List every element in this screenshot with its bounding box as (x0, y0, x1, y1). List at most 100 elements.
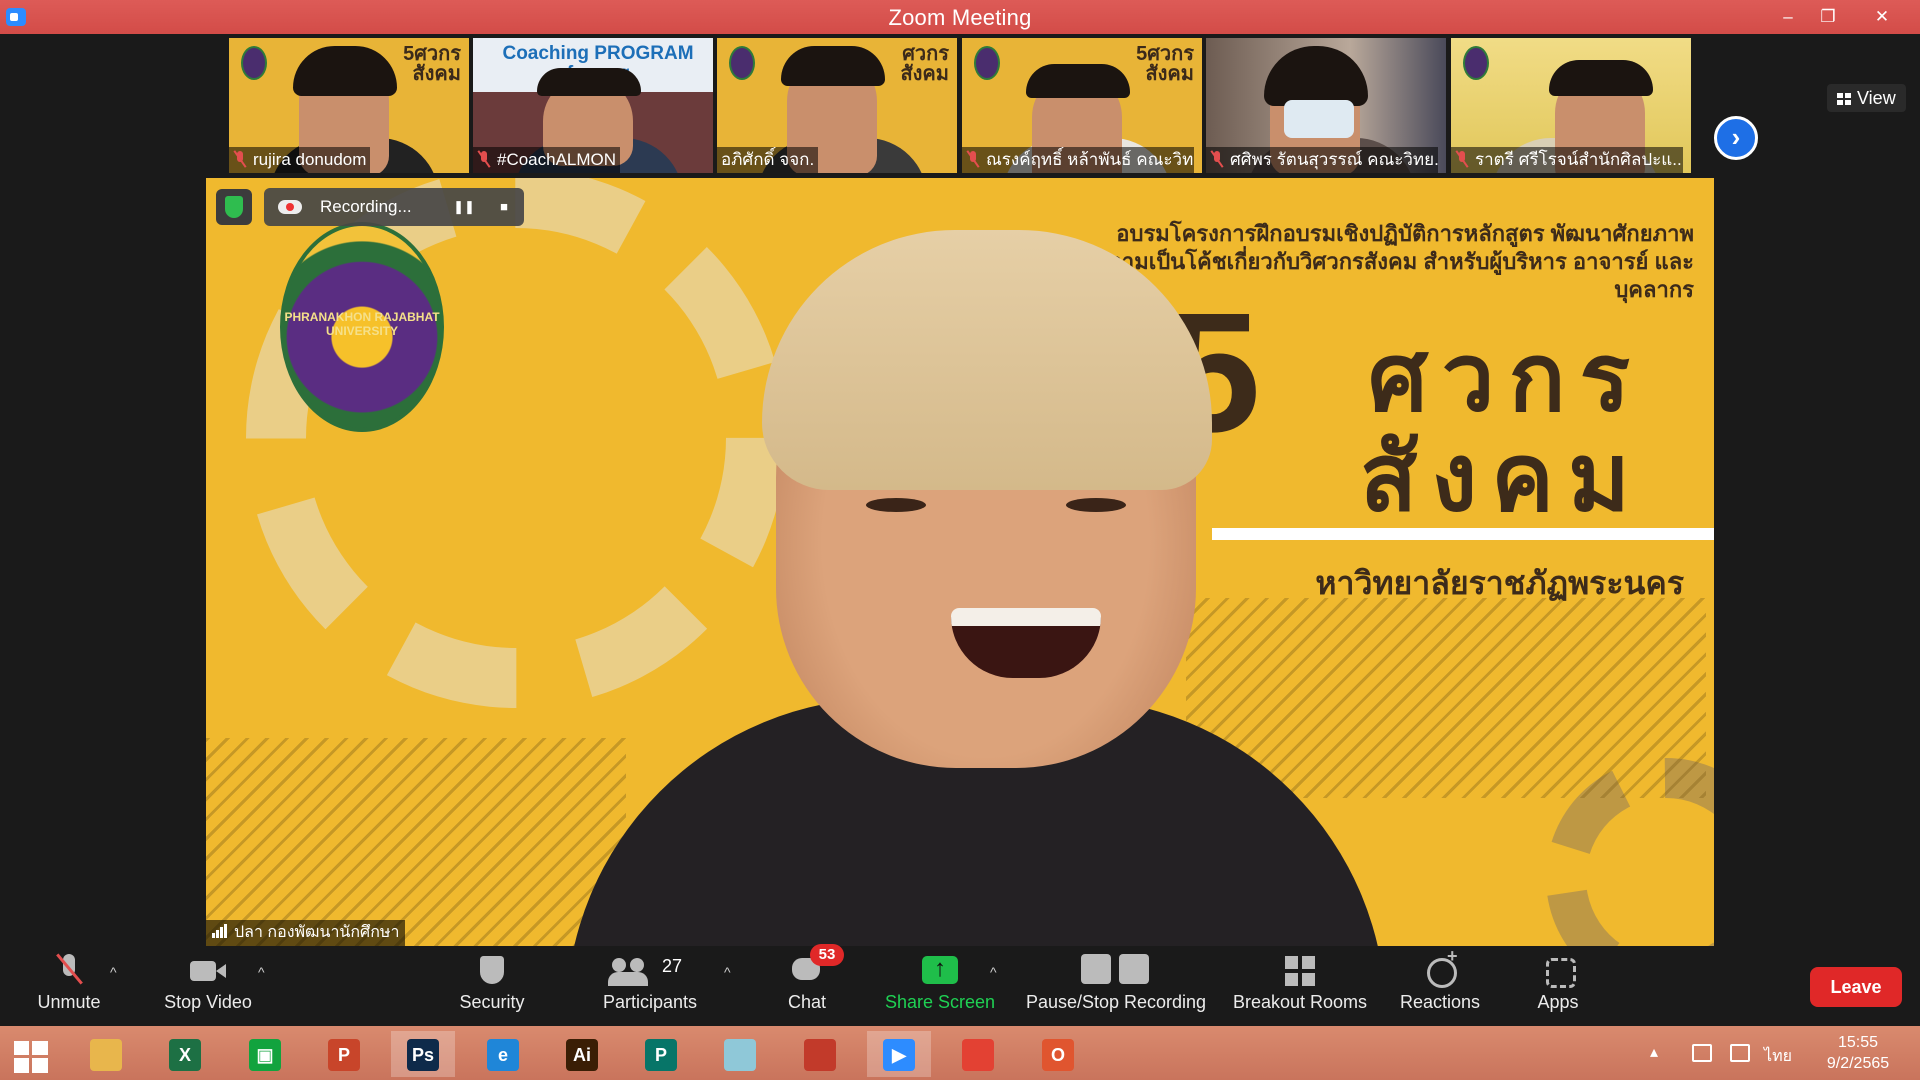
restore-button[interactable]: ❐ (1808, 4, 1848, 30)
poster-title-line: สังคม (1359, 425, 1644, 530)
taskbar-illustrator-button[interactable]: Ai (550, 1031, 614, 1077)
audio-options-caret[interactable]: ^ (110, 964, 117, 980)
meeting-toolbar: Unmute ^ Stop Video ^ Security 27 Partic… (0, 944, 1920, 1026)
zoom-icon: ▶ (883, 1039, 915, 1071)
clock[interactable]: 15:55 9/2/2565 (1808, 1032, 1908, 1074)
university-seal-icon (974, 46, 1000, 80)
taskbar-publisher-button[interactable]: P (629, 1031, 693, 1077)
participant-tile[interactable]: ศศิพร รัตนสุวรรณ์ คณะวิทย... (1206, 38, 1446, 173)
taskbar-powerpoint-button[interactable]: P (312, 1031, 376, 1077)
minimize-button[interactable]: – (1768, 4, 1808, 30)
title-bar: Zoom Meeting – ❐ ✕ (0, 0, 1920, 34)
reactions-button[interactable]: Reactions (1398, 946, 1482, 1022)
security-button[interactable]: Security (452, 952, 532, 1022)
view-button[interactable]: View (1827, 84, 1906, 112)
network-icon[interactable] (1730, 1044, 1750, 1062)
taskbar-photoshop-button[interactable]: Ps (391, 1031, 455, 1077)
participant-name-label: ราตรี ศรีโรจน์สำนักศิลปะแ... (1451, 147, 1683, 173)
breakout-rooms-label: Breakout Rooms (1232, 992, 1368, 1012)
participant-tile[interactable]: ศวกร สังคม อภิศักดิ์ จจก. (717, 38, 957, 173)
speaker-name-label: ปลา กองพัฒนานักศึกษา (206, 920, 406, 946)
taskbar-store-button[interactable]: ▣ (233, 1031, 297, 1077)
stop-recording-button[interactable]: ■ (490, 194, 518, 220)
participant-name: อภิศักดิ์ จจก. (721, 150, 815, 169)
university-seal-icon (1463, 46, 1489, 80)
input-language[interactable]: ไทย (1764, 1044, 1792, 1069)
taskbar-zoom-button[interactable]: ▶ (867, 1031, 931, 1077)
recording-pill: Recording... ❚❚ ■ (264, 188, 524, 226)
participant-tile[interactable]: Coaching PROGRAM for…er #CoachALMON (473, 38, 713, 173)
speaker-eye (866, 498, 926, 512)
stripe-decoration (206, 738, 626, 946)
university-seal-icon (729, 46, 755, 80)
muted-mic-icon (233, 151, 247, 167)
tray-overflow-icon[interactable]: ▴ (1650, 1042, 1658, 1062)
taskbar-file-explorer-button[interactable] (74, 1031, 138, 1077)
chat-label: Chat (787, 992, 827, 1012)
muted-mic-icon (1210, 151, 1224, 167)
participants-button[interactable]: 27 Participants (598, 952, 702, 1022)
windows-taskbar: X ▣ P Ps e Ai P ▶ O ▴ ไทย 15:55 9/2/2565 (0, 1026, 1920, 1080)
speaker-eye (1066, 498, 1126, 512)
muted-mic-icon (966, 151, 980, 167)
windows-logo-icon (14, 1041, 48, 1073)
chat-button[interactable]: 53 Chat (782, 944, 844, 1022)
participants-count: 27 (662, 956, 683, 976)
leave-button[interactable]: Leave (1810, 967, 1902, 1007)
grid-view-icon (1837, 93, 1851, 105)
next-page-button[interactable]: › (1714, 116, 1758, 160)
powerpoint-icon: P (328, 1039, 360, 1071)
pause-stop-recording-label: Pause/Stop Recording (1025, 992, 1207, 1012)
apps-button[interactable]: Apps (1530, 952, 1586, 1022)
breakout-rooms-button[interactable]: Breakout Rooms (1230, 952, 1370, 1022)
start-button[interactable] (0, 1031, 64, 1077)
participant-name: #CoachALMON (497, 150, 617, 169)
unmute-button[interactable]: Unmute (30, 952, 108, 1022)
participant-name: ราตรี ศรีโรจน์สำนักศิลปะแ... (1475, 150, 1683, 169)
security-shield-icon[interactable] (216, 189, 252, 225)
poster-divider (1212, 528, 1714, 540)
signal-bars-icon (212, 924, 228, 938)
pause-icon (1081, 954, 1111, 984)
participant-name: ศศิพร รัตนสุวรรณ์ คณะวิทย... (1230, 150, 1438, 169)
share-options-caret[interactable]: ^ (990, 964, 997, 980)
taskbar-chrome-button[interactable] (946, 1031, 1010, 1077)
participants-label: Participants (602, 992, 698, 1012)
window-title: Zoom Meeting (888, 5, 1032, 30)
taskbar-office-button[interactable]: O (1026, 1031, 1090, 1077)
video-options-caret[interactable]: ^ (258, 964, 265, 980)
excel-icon: X (169, 1039, 201, 1071)
reactions-smiley-icon (1423, 946, 1458, 988)
shield-icon (478, 952, 506, 988)
pause-recording-button[interactable]: ❚❚ (450, 194, 478, 220)
cloud-recording-icon (278, 200, 302, 214)
taskbar-excel-button[interactable]: X (153, 1031, 217, 1077)
share-screen-button[interactable]: Share Screen (882, 952, 998, 1022)
notepad-icon (724, 1039, 756, 1071)
university-seal-icon (241, 46, 267, 80)
security-label: Security (459, 992, 525, 1012)
poster-title: ศวกร สังคม (1360, 328, 1644, 528)
action-center-flag-icon[interactable] (1692, 1044, 1712, 1062)
poster-university: หาวิทยาลัยราชภัฏพระนคร (1315, 565, 1684, 601)
pause-stop-recording-button[interactable]: Pause/Stop Recording (1024, 952, 1208, 1022)
participant-tile[interactable]: 5ศวกร สังคม rujira donudom (229, 38, 469, 173)
taskbar-notepad-button[interactable] (708, 1031, 772, 1077)
chat-bubble-icon: 53 (790, 944, 844, 988)
photoscape-icon (804, 1039, 836, 1071)
video-camera-icon (188, 952, 228, 988)
participants-options-caret[interactable]: ^ (724, 964, 731, 980)
speaker-name: ปลา กองพัฒนานักศึกษา (234, 924, 400, 941)
taskbar-internet-explorer-button[interactable]: e (471, 1031, 535, 1077)
apps-icon (1541, 952, 1576, 988)
participant-tile[interactable]: ราตรี ศรีโรจน์สำนักศิลปะแ... (1451, 38, 1691, 173)
internet-explorer-icon: e (487, 1039, 519, 1071)
active-speaker-video[interactable]: PHRANAKHON RAJABHAT UNIVERSITY อบรมโครงก… (206, 178, 1714, 946)
stop-icon (1119, 954, 1149, 984)
seal-text: PHRANAKHON RAJABHAT UNIVERSITY (284, 310, 440, 338)
participant-tile[interactable]: 5ศวกร สังคม ณรงค์ฤทธิ์ หล้าพันธ์ คณะวิทย… (962, 38, 1202, 173)
close-button[interactable]: ✕ (1862, 4, 1902, 30)
publisher-icon: P (645, 1039, 677, 1071)
stop-video-button[interactable]: Stop Video (158, 952, 258, 1022)
taskbar-photoscape-button[interactable] (788, 1031, 852, 1077)
